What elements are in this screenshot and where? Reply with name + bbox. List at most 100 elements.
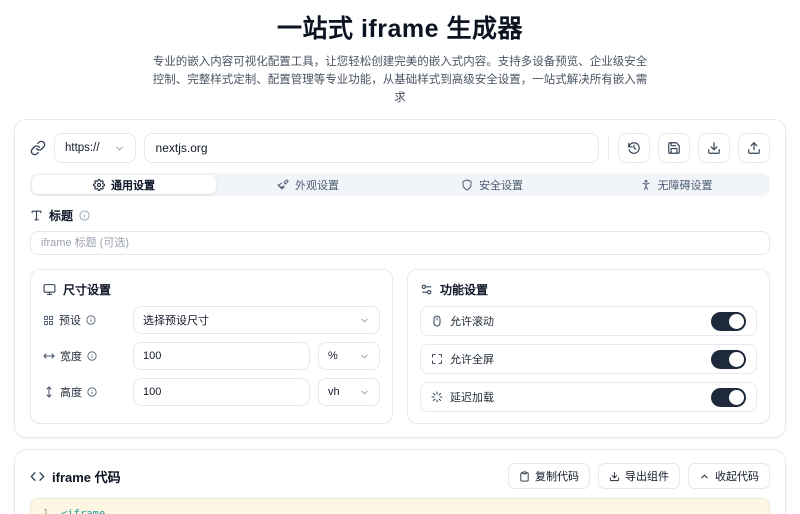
export-icon (609, 471, 620, 482)
size-panel: 尺寸设置 预设 选择预设尺寸 (30, 269, 393, 424)
save-button[interactable] (658, 133, 690, 163)
width-row: 宽度 % (43, 342, 380, 370)
info-icon (79, 210, 90, 221)
feature-row-fullscreen: 允许全屏 (420, 344, 757, 374)
fullscreen-icon (431, 353, 443, 365)
feature-panel-title-text: 功能设置 (440, 281, 488, 298)
preset-row: 预设 选择预设尺寸 (43, 306, 380, 334)
feature-label-text: 延迟加载 (450, 389, 494, 405)
collapse-icon (699, 471, 710, 482)
height-label-text: 高度 (60, 384, 82, 400)
height-row: 高度 vh (43, 378, 380, 406)
height-unit-value: vh (328, 386, 340, 398)
iframe-title-input[interactable] (30, 231, 770, 255)
upload-icon (747, 141, 761, 155)
code-title-text: iframe 代码 (52, 467, 121, 486)
link-icon (30, 140, 46, 156)
collapse-code-button[interactable]: 收起代码 (688, 463, 770, 489)
shield-icon (461, 179, 473, 191)
chevron-down-icon (359, 387, 370, 398)
tab-label: 无障碍设置 (658, 177, 713, 193)
copy-code-label: 复制代码 (535, 468, 579, 484)
arrows-horizontal-icon (43, 350, 55, 362)
code-block[interactable]: 1<iframe2 src="https://nextjs.org" width… (30, 498, 770, 514)
copy-code-button[interactable]: 复制代码 (508, 463, 590, 489)
history-button[interactable] (618, 133, 650, 163)
height-label: 高度 (43, 384, 125, 400)
code-line: 1<iframe (31, 507, 769, 514)
save-icon (667, 141, 681, 155)
mouse-scroll-icon (431, 315, 443, 327)
toggle-knob (729, 352, 744, 367)
lazy-load-toggle[interactable] (711, 388, 746, 407)
tab-general-settings[interactable]: 通用设置 (32, 175, 216, 194)
type-icon (30, 209, 43, 222)
line-number: 1 (31, 507, 61, 514)
info-icon (87, 351, 97, 361)
allow-fullscreen-toggle[interactable] (711, 350, 746, 369)
width-unit-value: % (328, 350, 338, 362)
feature-label-text: 允许滚动 (450, 313, 494, 329)
code-title: iframe 代码 (30, 467, 121, 486)
export-component-button[interactable]: 导出组件 (598, 463, 680, 489)
preset-select[interactable]: 选择预设尺寸 (133, 306, 380, 334)
feature-label: 允许滚动 (431, 313, 494, 329)
size-panel-title: 尺寸设置 (43, 281, 380, 298)
page-subtitle: 专业的嵌入内容可视化配置工具，让您轻松创建完美的嵌入式内容。支持多设备预览、企业… (148, 54, 653, 107)
chevron-down-icon (114, 143, 125, 154)
code-card: iframe 代码 复制代码 导出组件 收起代码 1 (14, 449, 786, 514)
width-unit-select[interactable]: % (318, 342, 380, 370)
chevron-down-icon (359, 351, 370, 362)
size-panel-title-text: 尺寸设置 (63, 281, 111, 298)
loader-icon (431, 391, 443, 403)
feature-row-scrolling: 允许滚动 (420, 306, 757, 336)
url-input[interactable] (144, 133, 599, 163)
export-component-label: 导出组件 (625, 468, 669, 484)
protocol-select[interactable]: https:// (54, 133, 136, 163)
code-buttons: 复制代码 导出组件 收起代码 (508, 463, 770, 489)
upload-button[interactable] (738, 133, 770, 163)
tab-security-settings[interactable]: 安全设置 (400, 175, 584, 194)
code-icon (30, 469, 45, 484)
arrows-vertical-icon (43, 386, 55, 398)
info-icon (87, 387, 97, 397)
feature-label: 延迟加载 (431, 389, 494, 405)
feature-panel-title: 功能设置 (420, 281, 757, 298)
download-icon (707, 141, 721, 155)
tab-accessibility-settings[interactable]: 无障碍设置 (584, 175, 768, 194)
feature-panel: 功能设置 允许滚动 允许全屏 (407, 269, 770, 424)
download-button[interactable] (698, 133, 730, 163)
toggle-knob (729, 314, 744, 329)
height-unit-select[interactable]: vh (318, 378, 380, 406)
chevron-down-icon (359, 315, 370, 326)
sliders-icon (420, 283, 433, 296)
preset-select-value: 选择预设尺寸 (143, 312, 209, 328)
copy-icon (519, 471, 530, 482)
preset-label-text: 预设 (59, 312, 81, 328)
feature-row-lazyload: 延迟加载 (420, 382, 757, 412)
tab-label: 安全设置 (479, 177, 523, 193)
width-label: 宽度 (43, 348, 125, 364)
code-header: iframe 代码 复制代码 导出组件 收起代码 (30, 463, 770, 489)
tab-label: 外观设置 (295, 177, 339, 193)
collapse-code-label: 收起代码 (715, 468, 759, 484)
tab-appearance-settings[interactable]: 外观设置 (216, 175, 400, 194)
title-field-label: 标题 (30, 207, 770, 224)
paintbrush-icon (277, 179, 289, 191)
allow-scrolling-toggle[interactable] (711, 312, 746, 331)
feature-label: 允许全屏 (431, 351, 494, 367)
width-label-text: 宽度 (60, 348, 82, 364)
settings-tabs: 通用设置 外观设置 安全设置 无障碍设置 (30, 173, 770, 196)
preset-label: 预设 (43, 312, 125, 328)
width-input[interactable] (133, 342, 310, 370)
title-label-text: 标题 (49, 207, 73, 224)
protocol-value: https:// (65, 142, 100, 154)
height-input[interactable] (133, 378, 310, 406)
url-bar: https:// (30, 133, 770, 163)
grid-icon (43, 315, 54, 326)
divider (608, 137, 609, 159)
info-icon (86, 315, 96, 325)
feature-label-text: 允许全屏 (450, 351, 494, 367)
gear-icon (93, 179, 105, 191)
settings-panels: 尺寸设置 预设 选择预设尺寸 (30, 269, 770, 424)
